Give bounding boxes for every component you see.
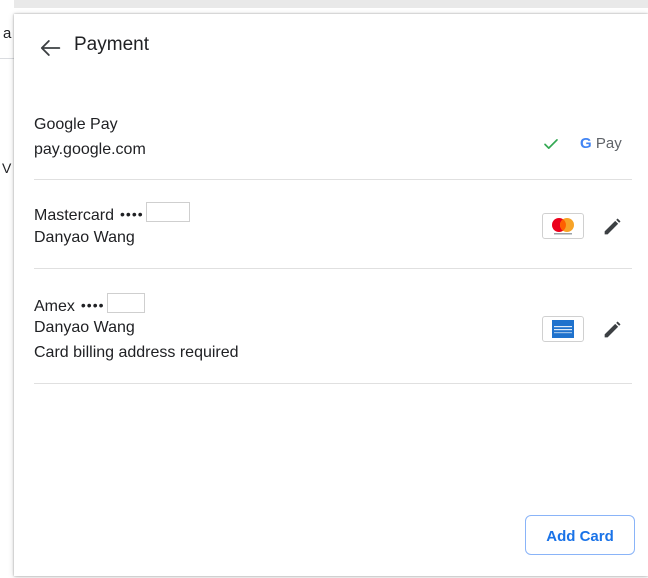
background-page-top [0,0,648,8]
dialog-header: Payment [14,14,648,78]
add-card-button[interactable]: Add Card [525,515,635,555]
method-subtitle: pay.google.com [34,141,146,158]
edit-mastercard-button[interactable] [601,216,623,238]
arrow-left-icon [40,40,61,56]
mastercard-icon [552,218,574,235]
billing-address-required-link[interactable]: Card billing address required [34,344,239,362]
payment-method-google-pay[interactable]: Google Pay pay.google.com G Pay [34,104,632,180]
method-name: Mastercard [34,207,115,224]
masked-card-number [145,202,190,222]
background-text-fragment: a [3,25,12,42]
background-text-fragment: V [2,160,12,176]
payment-dialog: Payment Google Pay pay.google.com G Pay … [14,14,648,576]
edit-amex-button[interactable] [601,319,623,341]
method-name-line: Amex •••• [34,293,145,316]
card-holder: Danyao Wang [34,229,135,246]
method-name-line: Mastercard •••• [34,202,190,225]
pencil-icon [604,218,621,235]
google-pay-logo: G Pay [580,135,622,152]
check-icon [544,139,558,149]
google-pay-logo-g: G [580,135,592,152]
method-name: Amex [34,298,75,315]
payment-method-mastercard[interactable]: Mastercard •••• Danyao Wang [34,180,632,269]
mastercard-logo [542,213,584,239]
masked-card-dots: •••• [80,297,105,313]
google-pay-logo-pay: Pay [595,135,622,152]
background-divider [0,58,14,59]
back-button[interactable] [36,34,64,62]
amex-logo [542,316,584,342]
background-page: a V [0,0,14,578]
masked-card-number [106,293,145,313]
pencil-icon [604,321,621,338]
page-title: Payment [74,34,149,55]
amex-icon [552,320,574,338]
method-name: Google Pay [34,116,118,133]
masked-card-dots: •••• [120,206,144,222]
card-holder: Danyao Wang [34,319,135,336]
payment-method-amex[interactable]: Amex •••• Danyao Wang Card billing addres… [34,269,632,384]
